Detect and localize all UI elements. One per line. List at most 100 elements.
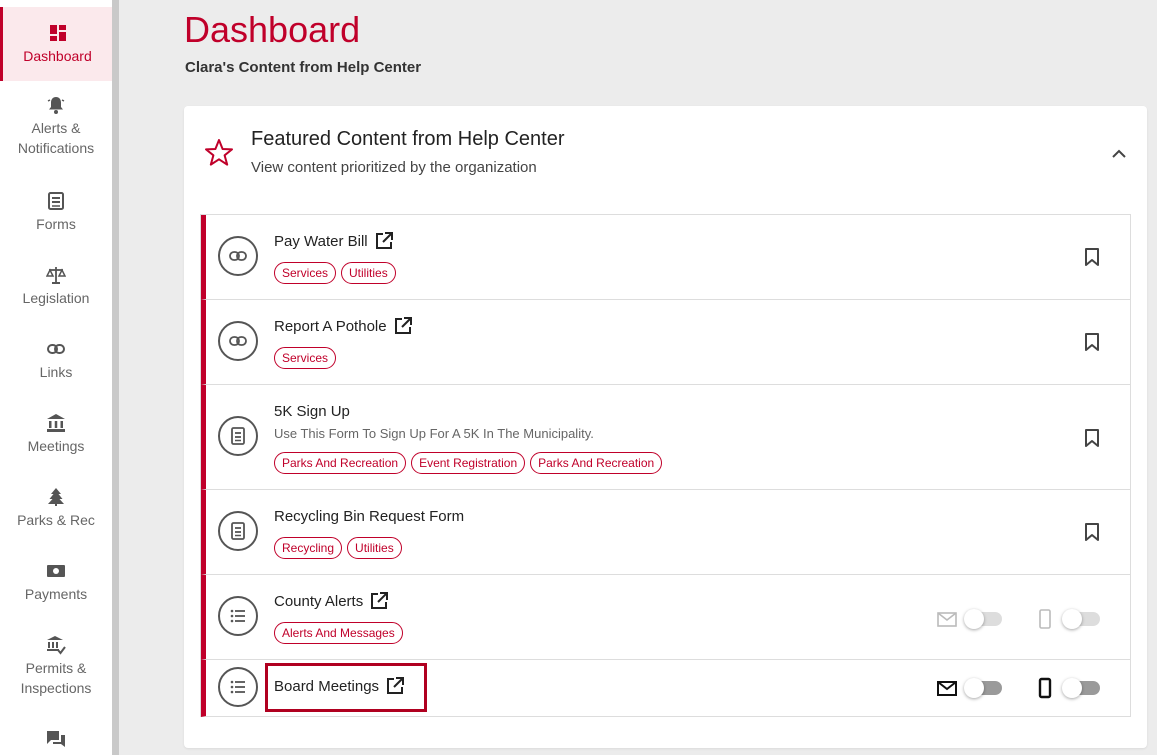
- bookmark-icon[interactable]: [1082, 428, 1102, 448]
- sidebar-item-label: Parks & Rec: [17, 512, 95, 528]
- list-item[interactable]: County Alerts Alerts And Messages: [201, 575, 1130, 660]
- email-toggle[interactable]: [964, 609, 1002, 629]
- sidebar-item-dashboard[interactable]: Dashboard: [0, 7, 112, 81]
- row-icon: [218, 511, 258, 551]
- sidebar-item-label: Permits & Inspections: [20, 660, 92, 696]
- tag[interactable]: Services: [274, 262, 337, 284]
- row-title: 5K Sign Up: [274, 403, 350, 420]
- form-icon: [45, 190, 67, 212]
- sidebar-item-alerts[interactable]: Alerts & Notifications: [0, 94, 112, 158]
- page-subtitle: Clara's Content from Help Center: [185, 59, 422, 76]
- sidebar-item-label: Dashboard: [23, 48, 92, 64]
- bell-icon: [45, 94, 67, 116]
- row-icon: [218, 416, 258, 456]
- sidebar-item-label: Links: [39, 364, 73, 380]
- tag-list: Alerts And Messages: [274, 622, 403, 644]
- highlight-box: [265, 663, 427, 712]
- list-item[interactable]: Recycling Bin Request Form Recycling Uti…: [201, 490, 1130, 575]
- featured-content-card: Featured Content from Help Center View c…: [184, 106, 1147, 748]
- tag-list: Parks And Recreation Event Registration …: [274, 452, 663, 474]
- tag[interactable]: Parks And Recreation: [530, 452, 663, 474]
- sidebar-item-label: Alerts & Notifications: [17, 120, 95, 156]
- bookmark-icon[interactable]: [1082, 332, 1102, 352]
- sms-toggle[interactable]: [1062, 678, 1100, 698]
- form-icon: [231, 427, 245, 445]
- row-title: Pay Water Bill: [274, 231, 394, 251]
- sidebar-item-forms[interactable]: Forms: [0, 190, 112, 234]
- star-icon: [205, 139, 233, 166]
- phone-icon: [1038, 677, 1052, 699]
- row-icon: [218, 667, 258, 707]
- mail-icon: [937, 681, 957, 696]
- sidebar-item-label: Legislation: [22, 290, 90, 306]
- email-notification: [936, 608, 1002, 630]
- chevron-up-icon[interactable]: [1109, 144, 1129, 164]
- row-title-text[interactable]: Recycling Bin Request Form: [274, 508, 464, 525]
- bookmark-icon[interactable]: [1082, 522, 1102, 542]
- page-title: Dashboard: [184, 9, 361, 50]
- tag[interactable]: Parks And Recreation: [274, 452, 407, 474]
- tree-icon: [45, 486, 67, 508]
- sidebar-item-parks[interactable]: Parks & Rec: [0, 486, 112, 530]
- row-title: Report A Pothole: [274, 316, 413, 336]
- sidebar-item-label: Payments: [24, 586, 88, 602]
- building-icon: [45, 412, 67, 434]
- row-description: Use This Form To Sign Up For A 5K In The…: [274, 426, 594, 441]
- chat-icon: [45, 728, 67, 750]
- row-icon: [218, 596, 258, 636]
- tag[interactable]: Utilities: [347, 537, 402, 559]
- sidebar-item-permits[interactable]: Permits & Inspections: [0, 634, 112, 698]
- tag[interactable]: Alerts And Messages: [274, 622, 403, 644]
- list-icon: [230, 680, 245, 694]
- tag[interactable]: Recycling: [274, 537, 343, 559]
- link-icon: [229, 251, 247, 261]
- sidebar-scrollbar[interactable]: [112, 0, 119, 755]
- sms-notification: [1034, 677, 1100, 699]
- sidebar-item-payments[interactable]: Payments: [0, 560, 112, 604]
- tag[interactable]: Services: [274, 347, 337, 369]
- row-title-text[interactable]: County Alerts: [274, 593, 363, 610]
- row-icon: [218, 236, 258, 276]
- sms-notification: [1034, 608, 1100, 630]
- form-icon: [231, 522, 245, 540]
- tag[interactable]: Event Registration: [411, 452, 526, 474]
- row-title-text[interactable]: Report A Pothole: [274, 318, 387, 335]
- tag-list: Services Utilities: [274, 262, 396, 284]
- email-toggle[interactable]: [964, 678, 1002, 698]
- money-icon: [45, 560, 67, 582]
- tag-list: Recycling Utilities: [274, 537, 402, 559]
- external-link-icon[interactable]: [369, 591, 389, 611]
- external-link-icon[interactable]: [374, 231, 394, 251]
- sms-toggle[interactable]: [1062, 609, 1100, 629]
- list-item[interactable]: Pay Water Bill Services Utilities: [201, 215, 1130, 300]
- tag-list: Services: [274, 347, 337, 369]
- sidebar-item-chat[interactable]: [0, 728, 112, 752]
- sidebar: Dashboard Alerts & Notifications Forms L…: [0, 0, 112, 755]
- row-title: County Alerts: [274, 591, 389, 611]
- dashboard-icon: [47, 22, 69, 44]
- sidebar-item-label: Meetings: [27, 438, 85, 454]
- row-title: Recycling Bin Request Form: [274, 508, 464, 525]
- scales-icon: [45, 264, 67, 286]
- sidebar-item-label: Forms: [36, 216, 76, 232]
- row-icon: [218, 321, 258, 361]
- link-icon: [45, 338, 67, 360]
- card-title: Featured Content from Help Center: [251, 128, 565, 150]
- permit-icon: [45, 634, 67, 656]
- phone-icon: [1039, 609, 1051, 629]
- tag[interactable]: Utilities: [341, 262, 396, 284]
- bookmark-icon[interactable]: [1082, 247, 1102, 267]
- link-icon: [229, 336, 247, 346]
- list-icon: [230, 609, 245, 623]
- card-description: View content prioritized by the organiza…: [251, 159, 537, 176]
- external-link-icon[interactable]: [393, 316, 413, 336]
- sidebar-item-meetings[interactable]: Meetings: [0, 412, 112, 456]
- mail-icon: [937, 612, 957, 627]
- sidebar-item-links[interactable]: Links: [0, 338, 112, 382]
- row-title-text[interactable]: Pay Water Bill: [274, 233, 368, 250]
- sidebar-item-legislation[interactable]: Legislation: [0, 264, 112, 308]
- list-item[interactable]: Report A Pothole Services: [201, 300, 1130, 385]
- row-title-text[interactable]: 5K Sign Up: [274, 403, 350, 420]
- email-notification: [936, 677, 1002, 699]
- list-item[interactable]: 5K Sign Up Use This Form To Sign Up For …: [201, 385, 1130, 490]
